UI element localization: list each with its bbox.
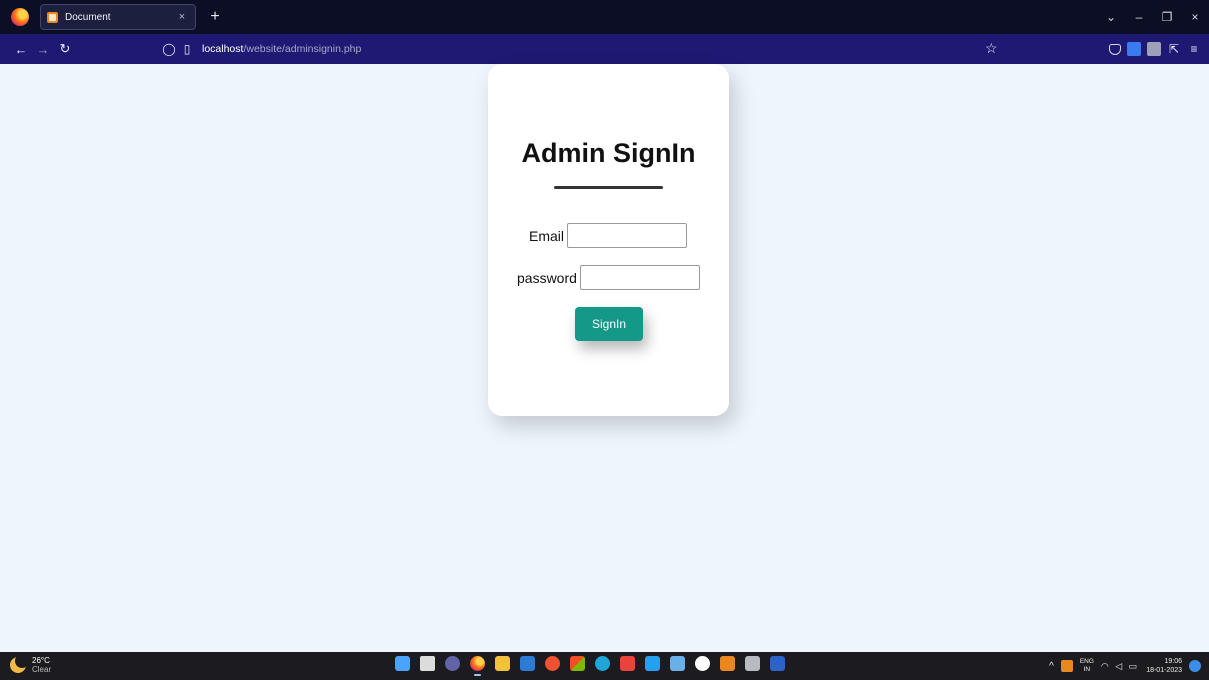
notepad-icon[interactable] [520, 656, 535, 671]
admin-signin-card: Admin SignIn Email password SignIn [488, 64, 729, 416]
clock[interactable]: 19:06 18-01-2023 [1146, 657, 1182, 675]
tab-favicon-icon [47, 11, 58, 23]
edge-icon[interactable] [595, 656, 610, 671]
windows-start-icon[interactable] [395, 656, 410, 671]
weather-temperature: 26°C [32, 656, 50, 665]
chrome-icon[interactable] [695, 656, 710, 671]
star-icon[interactable]: ☆ [985, 40, 998, 57]
reload-icon[interactable]: ↻ [54, 41, 76, 57]
file-explorer-icon[interactable] [495, 656, 510, 671]
page-title: Admin SignIn [521, 138, 696, 168]
git-icon[interactable] [545, 656, 560, 671]
teams-icon[interactable] [445, 656, 460, 671]
page-icon[interactable]: ▯ [178, 42, 196, 56]
browser-tab-strip: Document × + ⌄ – ❐ × [0, 0, 1209, 34]
email-label: Email [529, 227, 565, 244]
xampp-tray-icon[interactable] [1060, 660, 1073, 672]
word-icon[interactable] [770, 656, 785, 671]
app-store-icon[interactable] [570, 656, 585, 671]
taskbar-apps [395, 656, 785, 676]
windows-taskbar: 26°C Clear ^ ENG IN ◠ ◁ ▭ 19:06 18-01-20… [0, 652, 1209, 680]
vscode-icon[interactable] [645, 656, 660, 671]
weather-widget[interactable]: 26°C Clear [10, 654, 52, 674]
clock-time: 19:06 [1164, 658, 1182, 665]
notification-icon[interactable] [1189, 660, 1201, 672]
system-tray: ^ ENG IN ◠ ◁ ▭ 19:06 18-01-2023 [1049, 652, 1201, 680]
url-path: /website/adminsignin.php [243, 43, 362, 55]
title-underline [554, 186, 663, 189]
url-text[interactable]: localhost/website/adminsignin.php [202, 43, 361, 55]
password-row: password [517, 265, 700, 290]
share-icon[interactable]: ⇱ [1167, 42, 1181, 56]
pocket-icon[interactable] [1109, 43, 1121, 55]
url-host: localhost [202, 43, 244, 55]
language-indicator[interactable]: ENG IN [1080, 658, 1094, 674]
network-volume-battery-icons[interactable]: ◠ ◁ ▭ [1101, 661, 1139, 672]
browser-navigation-bar: ← → ↻ ◯ ▯ localhost/website/adminsignin.… [0, 34, 1209, 64]
clock-date: 18-01-2023 [1146, 667, 1182, 674]
photos-icon[interactable] [670, 656, 685, 671]
firefox-taskbar-icon[interactable] [470, 656, 485, 676]
vlc-icon[interactable] [620, 656, 635, 671]
tab-title: Document [65, 11, 111, 23]
browser-tab[interactable]: Document × [40, 4, 196, 30]
xampp-icon[interactable] [720, 656, 735, 671]
tab-close-icon[interactable]: × [175, 11, 189, 23]
password-field[interactable] [579, 265, 700, 290]
url-bar[interactable]: ◯ ▯ localhost/website/adminsignin.php [160, 37, 1010, 61]
show-hidden-icons-icon[interactable]: ^ [1049, 661, 1054, 672]
new-tab-button[interactable]: + [206, 8, 224, 26]
language-line-1: ENG [1079, 658, 1094, 665]
reader-icon[interactable] [1147, 42, 1161, 56]
task-view-icon[interactable] [420, 656, 435, 671]
firefox-icon[interactable] [11, 8, 29, 26]
minimize-button[interactable]: – [1125, 10, 1153, 24]
close-window-button[interactable]: × [1181, 10, 1209, 24]
back-icon[interactable]: ← [10, 42, 32, 57]
restore-button[interactable]: ❐ [1153, 10, 1181, 24]
moon-icon [10, 654, 29, 673]
email-field[interactable] [567, 223, 688, 248]
forward-icon[interactable]: → [32, 42, 54, 57]
extension-icon[interactable] [1127, 42, 1141, 56]
email-row: Email [529, 223, 688, 248]
menu-icon[interactable]: ≡ [1187, 42, 1201, 56]
weather-condition: Clear [32, 665, 52, 674]
shield-icon[interactable]: ◯ [160, 42, 178, 56]
database-icon[interactable] [745, 656, 760, 671]
toolbar-extensions: ⇱ ≡ [1109, 34, 1201, 64]
signin-button[interactable]: SignIn [575, 307, 643, 341]
list-all-tabs-icon[interactable]: ⌄ [1097, 10, 1125, 24]
language-line-2: IN [1083, 666, 1091, 673]
password-label: password [517, 269, 577, 286]
window-controls: ⌄ – ❐ × [1097, 0, 1209, 34]
